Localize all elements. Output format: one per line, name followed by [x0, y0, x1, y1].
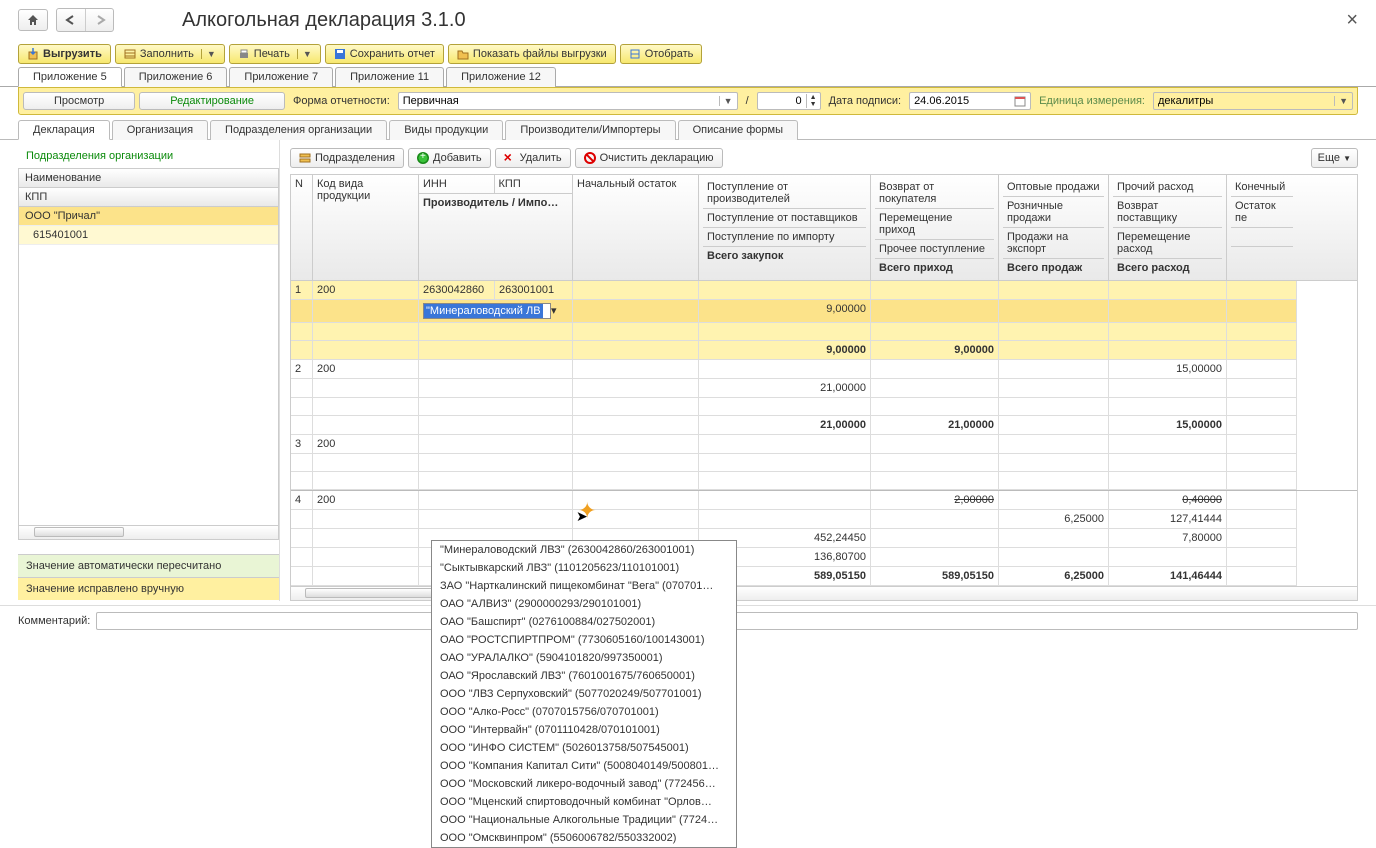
col-kpp2: КПП: [495, 175, 572, 193]
col-kod: Код вида продукции: [313, 175, 419, 280]
subtab-declaration[interactable]: Декларация: [18, 120, 110, 140]
delete-button[interactable]: ×Удалить: [495, 148, 571, 168]
dropdown-option[interactable]: ОАО "РОСТСПИРТПРОМ" (7730605160/10014300…: [432, 631, 736, 649]
clear-icon: [584, 152, 596, 164]
unit-label: Единица измерения:: [1035, 95, 1149, 107]
sign-date-label: Дата подписи:: [825, 95, 905, 107]
dropdown-option[interactable]: ООО "Интервайн" (0701110428/070101001): [432, 721, 736, 739]
edit-mode[interactable]: Редактирование: [139, 92, 285, 110]
more-button[interactable]: Еще ▼: [1311, 148, 1358, 168]
clear-button[interactable]: Очистить декларацию: [575, 148, 723, 168]
producer-edit-cell[interactable]: "Минераловодский ЛВ▾: [419, 300, 573, 323]
add-button[interactable]: Добавить: [408, 148, 491, 168]
col-prod: Производитель / Импо…: [419, 193, 572, 212]
comment-label: Комментарий:: [18, 615, 90, 627]
print-dropdown[interactable]: ▼: [297, 49, 312, 59]
subtab-org[interactable]: Организация: [112, 120, 208, 140]
dropdown-option[interactable]: ООО "ИНФО СИСТЕМ" (5026013758/507545001): [432, 739, 736, 757]
report-form-select[interactable]: [399, 93, 719, 109]
subdiv-button[interactable]: Подразделения: [290, 148, 404, 168]
subtab-producers[interactable]: Производители/Импортеры: [505, 120, 675, 140]
col-n: N: [291, 175, 313, 280]
subtab-desc[interactable]: Описание формы: [678, 120, 798, 140]
close-button[interactable]: ×: [1346, 9, 1358, 32]
page-title: Алкогольная декларация 3.1.0: [182, 9, 466, 32]
print-button[interactable]: Печать ▼: [229, 44, 321, 64]
org-row[interactable]: ООО "Причал": [19, 207, 278, 226]
corr-down[interactable]: ▼: [807, 101, 820, 108]
fill-dropdown[interactable]: ▼: [201, 49, 216, 59]
save-button[interactable]: Сохранить отчет: [325, 44, 444, 64]
fill-button[interactable]: Заполнить ▼: [115, 44, 225, 64]
subtab-kinds[interactable]: Виды продукции: [389, 120, 503, 140]
cell-kpp[interactable]: 263001001: [495, 281, 573, 300]
left-title: Подразделения организации: [18, 148, 279, 164]
tab-app6[interactable]: Приложение 6: [124, 67, 228, 87]
home-button[interactable]: [18, 9, 48, 31]
tab-app7[interactable]: Приложение 7: [229, 67, 333, 87]
tab-app5[interactable]: Приложение 5: [18, 67, 122, 87]
dropdown-option[interactable]: ООО "Московский ликеро-водочный завод" (…: [432, 775, 736, 793]
dropdown-option[interactable]: ООО "Компания Капитал Сити" (5008040149/…: [432, 757, 736, 775]
cell-inn[interactable]: 2630042860: [419, 281, 495, 300]
dropdown-option[interactable]: "Сыктывкарский ЛВЗ" (1101205623/11010100…: [432, 559, 736, 577]
dropdown-option[interactable]: ОАО "Башспирт" (0276100884/027502001): [432, 613, 736, 631]
col-name: Наименование: [19, 169, 278, 188]
report-form-dropdown[interactable]: ▼: [719, 96, 737, 106]
delete-icon: ×: [504, 152, 516, 164]
dropdown-option[interactable]: ООО "Омсквинпром" (5506006782/550332002): [432, 829, 736, 847]
tab-app11[interactable]: Приложение 11: [335, 67, 444, 87]
back-button[interactable]: [57, 9, 85, 31]
add-icon: [417, 152, 429, 164]
dropdown-option[interactable]: ООО "Алко-Росс" (0707015756/070701001): [432, 703, 736, 721]
tab-app12[interactable]: Приложение 12: [446, 67, 556, 87]
producer-dropdown[interactable]: "Минераловодский ЛВЗ" (2630042860/263001…: [431, 540, 737, 848]
dropdown-option[interactable]: ОАО "АЛВИЗ" (2900000293/290101001): [432, 595, 736, 613]
show-files-button[interactable]: Показать файлы выгрузки: [448, 44, 616, 64]
view-mode[interactable]: Просмотр: [23, 92, 135, 110]
unit-dropdown[interactable]: ▼: [1334, 96, 1352, 106]
dropdown-option[interactable]: ОАО "УРАЛАЛКО" (5904101820/997350001): [432, 649, 736, 667]
dropdown-option[interactable]: ЗАО "Нарткалинский пищекомбинат "Вега" (…: [432, 577, 736, 595]
dropdown-option[interactable]: ООО "Национальные Алкогольные Традиции" …: [432, 811, 736, 829]
subtab-subdiv[interactable]: Подразделения организации: [210, 120, 387, 140]
corr-number[interactable]: [758, 93, 806, 109]
calendar-icon[interactable]: [1010, 95, 1030, 107]
report-form-label: Форма отчетности:: [289, 95, 394, 107]
chevron-down-icon[interactable]: ▾: [551, 304, 557, 317]
legend-manual: Значение исправлено вручную: [18, 577, 279, 600]
forward-button: [85, 9, 113, 31]
unit-select[interactable]: [1154, 93, 1334, 109]
left-scrollbar[interactable]: [18, 526, 279, 540]
corr-up[interactable]: ▲: [807, 94, 820, 101]
select-button[interactable]: Отобрать: [620, 44, 703, 64]
col-nach: Начальный остаток: [573, 175, 699, 280]
cell-n[interactable]: 1: [291, 281, 313, 300]
col-kpp: КПП: [19, 188, 278, 207]
kpp-row[interactable]: 615401001: [19, 226, 278, 245]
cell-kod[interactable]: 200: [313, 281, 419, 300]
dropdown-option[interactable]: ООО "ЛВЗ Серпуховский" (5077020249/50770…: [432, 685, 736, 703]
col-inn: ИНН: [419, 175, 495, 193]
dropdown-option[interactable]: ООО "Мценский спиртоводочный комбинат "О…: [432, 793, 736, 811]
legend-auto: Значение автоматически пересчитано: [18, 554, 279, 577]
export-button[interactable]: Выгрузить: [18, 44, 111, 64]
dropdown-option[interactable]: "Минераловодский ЛВЗ" (2630042860/263001…: [432, 541, 736, 559]
dropdown-option[interactable]: ОАО "Ярославский ЛВЗ" (7601001675/760650…: [432, 667, 736, 685]
sign-date[interactable]: [910, 93, 1010, 109]
